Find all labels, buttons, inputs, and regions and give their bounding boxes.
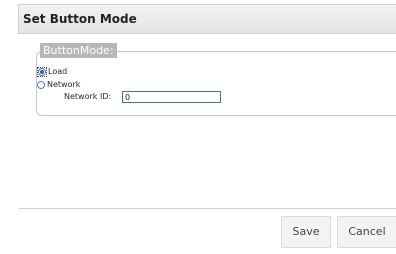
radio-load-label[interactable]: Load [48, 67, 67, 77]
dialog-title: Set Button Mode [23, 12, 137, 26]
network-id-input[interactable] [122, 91, 221, 103]
radio-load-option[interactable]: Load [37, 67, 67, 77]
radio-network-option[interactable]: Network [37, 80, 80, 90]
footer-divider [19, 208, 396, 209]
button-mode-fieldset [36, 51, 396, 116]
radio-focus-outline [37, 67, 47, 77]
radio-load-button[interactable] [38, 68, 46, 76]
network-id-label: Network ID: [64, 92, 112, 101]
radio-network-button[interactable] [37, 81, 45, 89]
cancel-button[interactable]: Cancel [337, 216, 396, 248]
dialog-title-bar: Set Button Mode [18, 4, 396, 34]
save-button[interactable]: Save [281, 216, 331, 248]
button-mode-legend: ButtonMode: [40, 43, 117, 58]
radio-network-label[interactable]: Network [47, 80, 80, 90]
